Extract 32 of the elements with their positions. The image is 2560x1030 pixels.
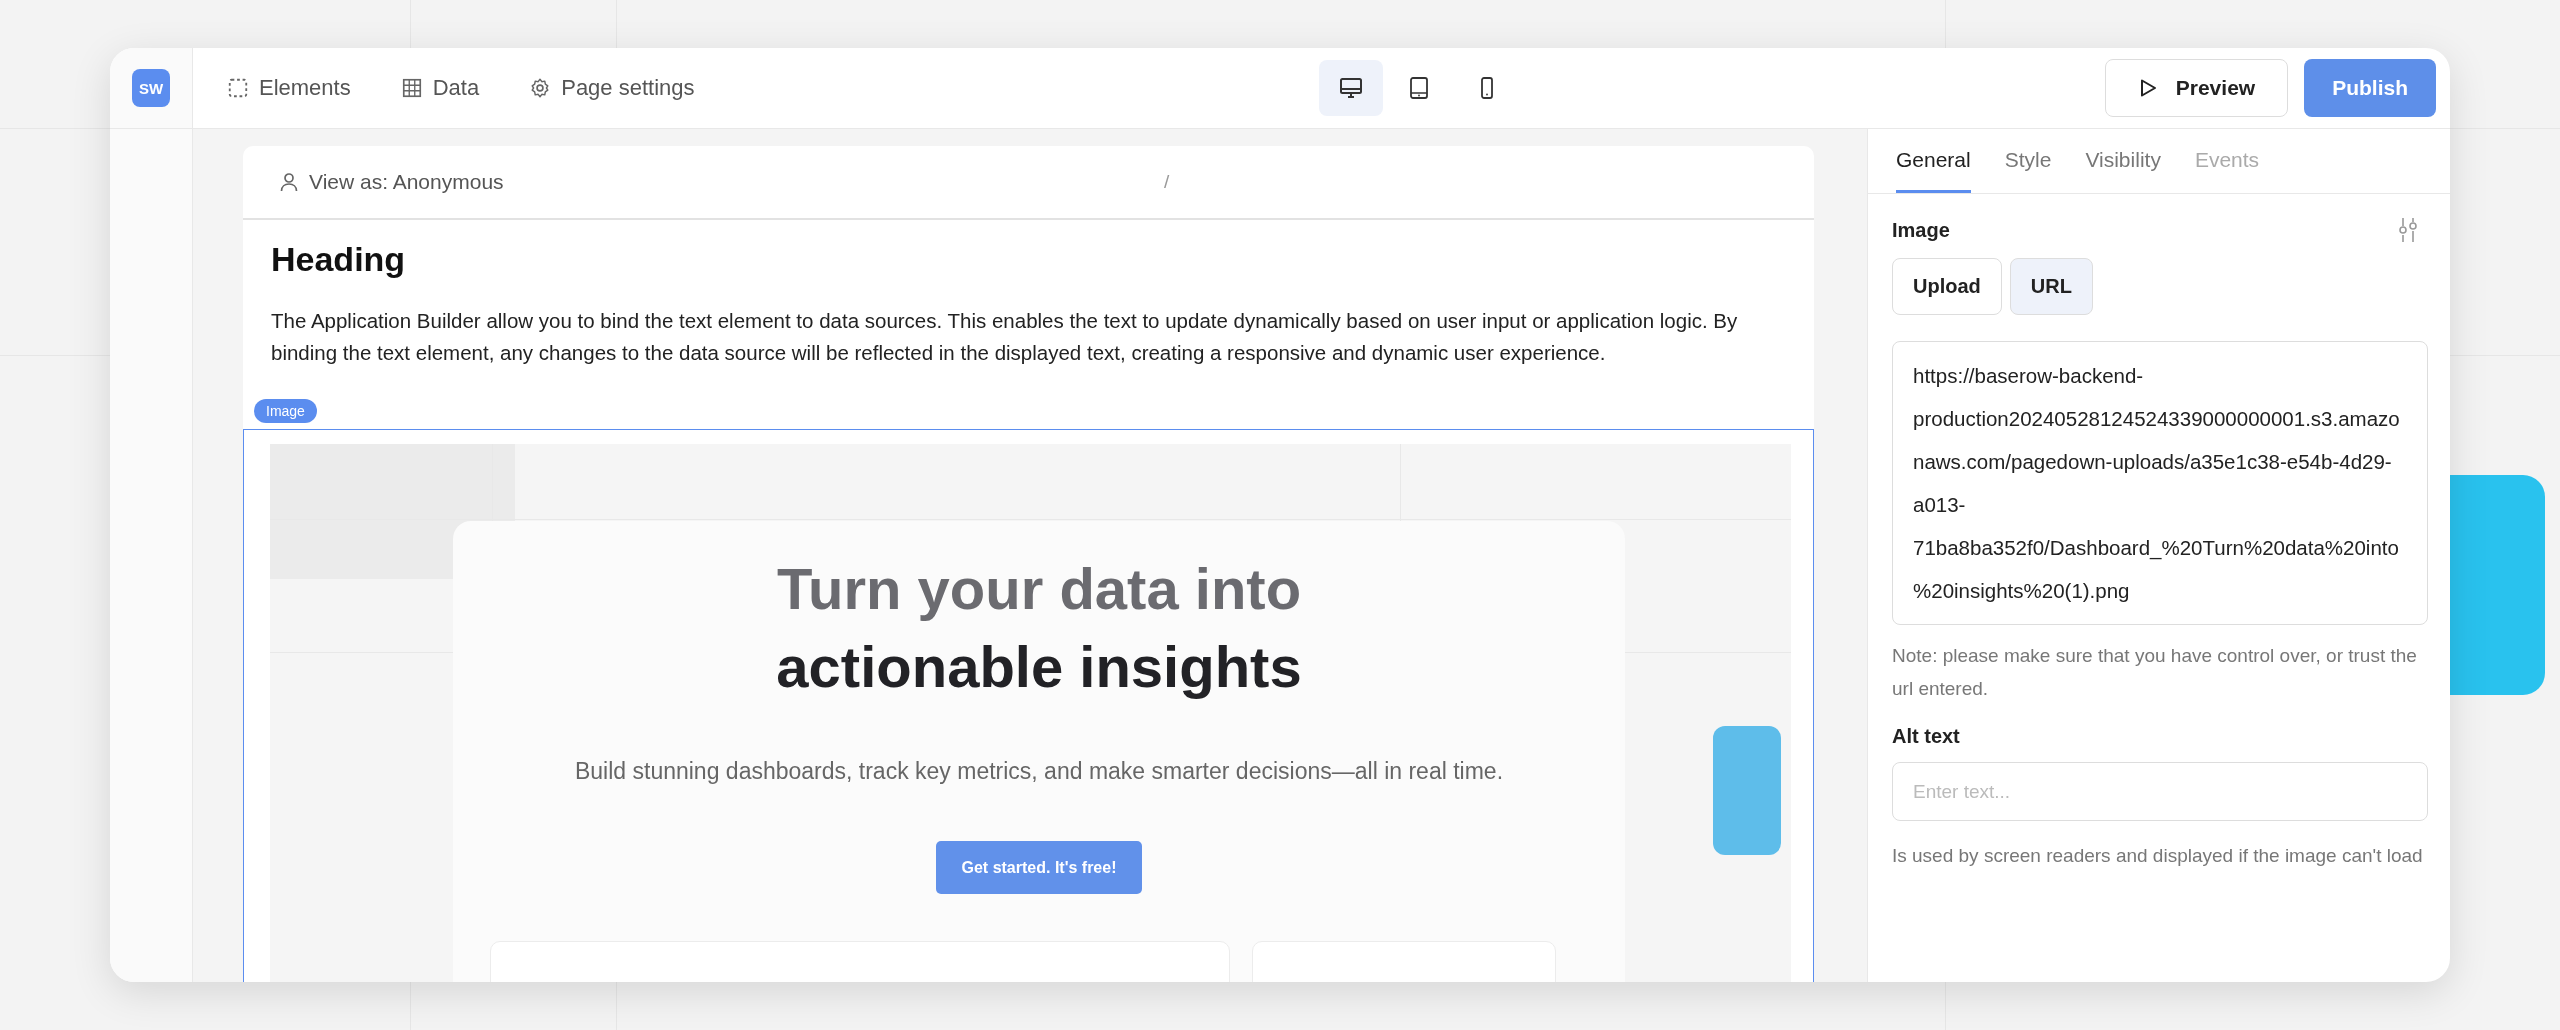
sliders-icon[interactable] (2396, 216, 2420, 244)
nav-item[interactable]: Page settings (529, 75, 695, 101)
field-label: Image (1892, 218, 1950, 242)
view-as-label[interactable]: View as: Anonymous (309, 170, 504, 194)
device-button[interactable] (1319, 60, 1383, 116)
help-text: Is used by screen readers and displayed if the image can't load (1892, 844, 2424, 868)
note-text: Note: please make sure that you have control over, or trust the url entered. (1892, 644, 2418, 701)
element-badge: Image (254, 399, 317, 423)
tablet-icon (1407, 76, 1431, 100)
panel-tab[interactable]: General (1896, 129, 1971, 193)
get-started-button: Get started. It's free! (935, 841, 1143, 894)
paragraph-text: The Application Builder allow you to bind the text element to data sources. This enables the text to update dynamically based on user input or application logic. By binding the text element, any changes to the data source will be reflected in the displayed text, creating a responsive and dynamic user experience. (271, 308, 1739, 366)
panel-tab[interactable]: Visibility (2085, 129, 2161, 193)
preview-button[interactable]: Preview (2104, 59, 2289, 117)
hero-title: actionable insights (776, 633, 1302, 701)
dashed-square-icon (227, 77, 249, 99)
field-label: Alt text (1892, 725, 1961, 748)
alt-text-field[interactable]: Enter text... (1892, 762, 2428, 821)
monitor-icon (1339, 76, 1363, 100)
selected-image-element[interactable]: Turn your data into actionable insights Build stunning dashboards, track key metrics, and make smarter decisions—all in real time. Get started. It's free! (243, 429, 1814, 982)
hero-subtitle: Build stunning dashboards, track key metrics, and make smarter decisions—all in real time. (574, 757, 1504, 786)
url-field[interactable]: https://baserow-backend-production20240528124524339000000001.s3.amazonaws.com/pagedown-uploads/a35e1c38-e54b-4d29-a013-71ba8ba352f0/Dashboard_%20Turn%20data%20into%20insights%20(1).png (1892, 341, 2428, 625)
grid-icon (400, 77, 423, 99)
page-path: / (1164, 171, 1170, 193)
user-icon (279, 172, 299, 192)
source-toggle[interactable]: URL (2009, 258, 2093, 315)
panel-tab[interactable]: Style (2004, 129, 2052, 193)
nav-item[interactable]: Data (400, 75, 480, 101)
source-toggle[interactable]: Upload (1892, 258, 2002, 315)
nav-item[interactable]: Elements (227, 75, 351, 101)
hero-title: Turn your data into (776, 555, 1302, 623)
heading-text: Heading (271, 240, 407, 279)
